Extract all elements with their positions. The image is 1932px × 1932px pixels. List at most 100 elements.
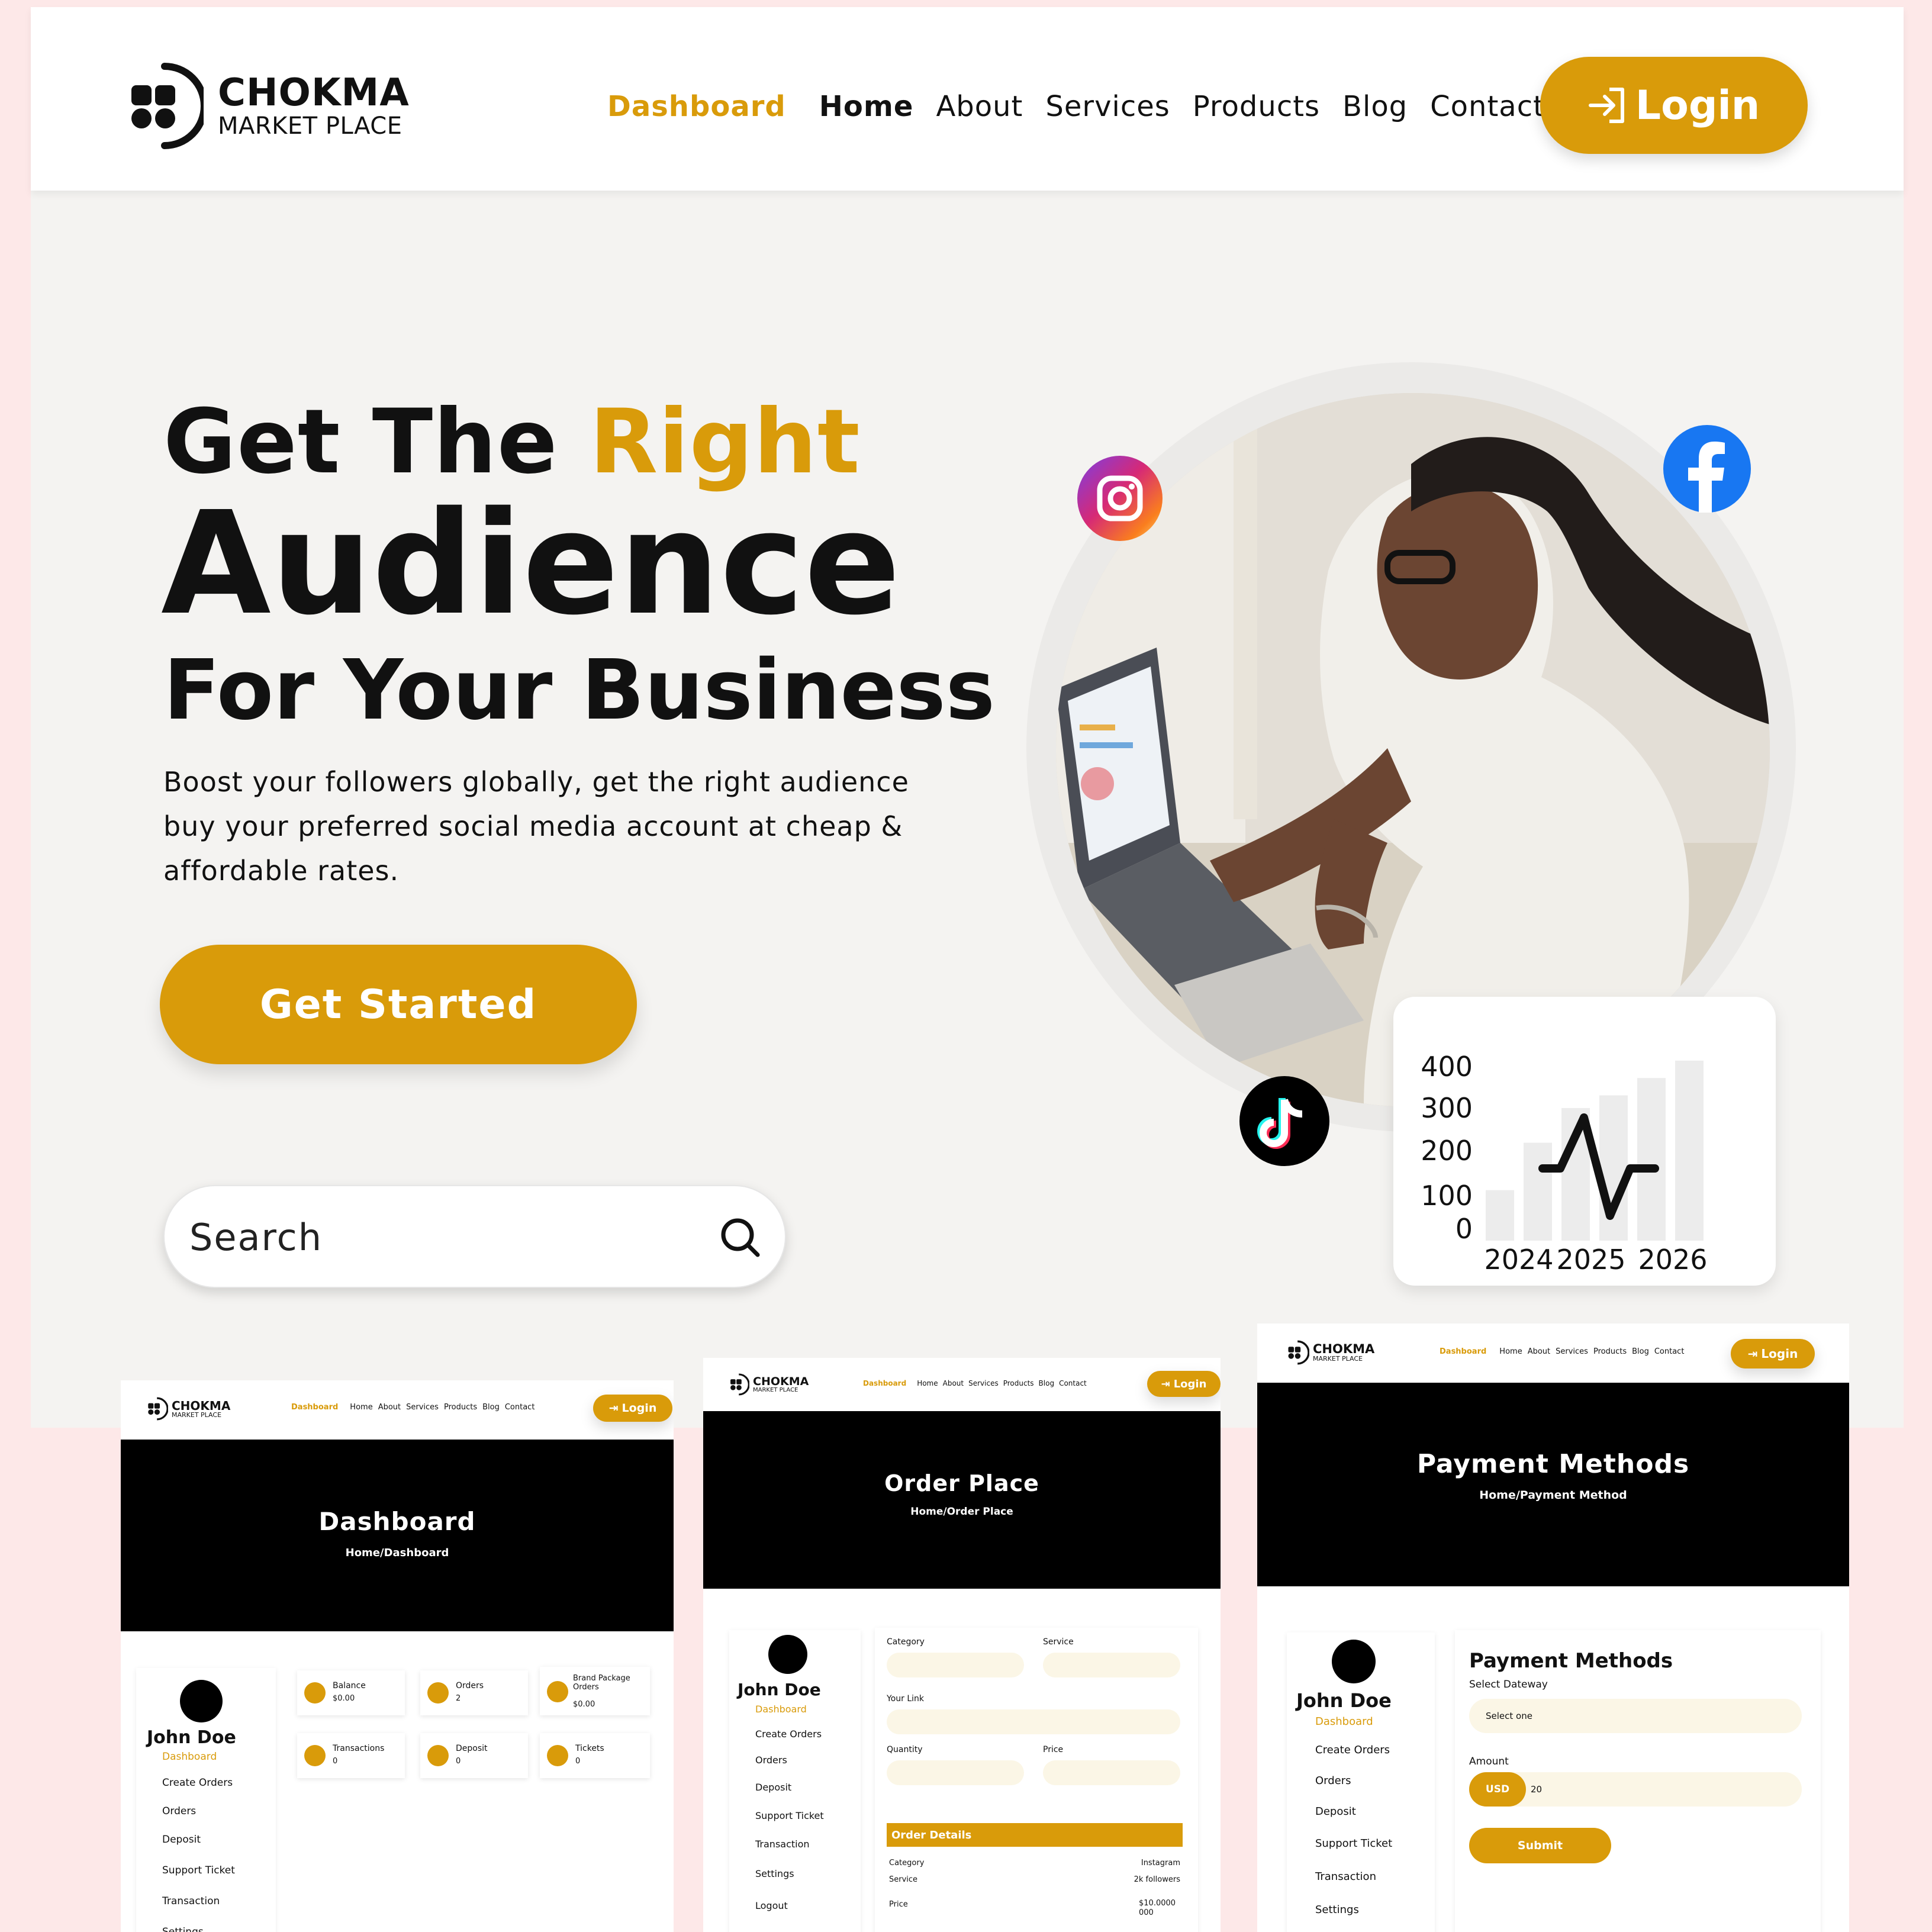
sidebar-item-create-orders[interactable]: Create Orders bbox=[162, 1777, 233, 1789]
x-tick-label: 2025 bbox=[1556, 1244, 1625, 1276]
nav-home[interactable]: Home bbox=[1499, 1347, 1522, 1356]
y-tick-label: 300 bbox=[1421, 1092, 1473, 1124]
nav-services[interactable]: Services bbox=[1045, 90, 1170, 123]
avatar[interactable] bbox=[180, 1680, 223, 1722]
preview-logo: CHOKMA MARKET PLACE bbox=[147, 1397, 230, 1421]
tiktok-icon[interactable] bbox=[1239, 1076, 1329, 1166]
preview-brand-tagline: MARKET PLACE bbox=[1313, 1355, 1363, 1363]
sidebar-item-transaction[interactable]: Transaction bbox=[755, 1838, 810, 1850]
sidebar-item-orders[interactable]: Orders bbox=[1315, 1775, 1351, 1787]
sidebar-item-settings[interactable]: Settings bbox=[755, 1868, 794, 1879]
sidebar-item-logout[interactable]: Logout bbox=[755, 1900, 788, 1911]
stat-value: 2 bbox=[456, 1694, 461, 1703]
nav-products[interactable]: Products bbox=[1593, 1347, 1627, 1356]
sidebar-item-create-orders[interactable]: Create Orders bbox=[755, 1728, 822, 1740]
preview-login-button[interactable]: ⇥ Login bbox=[1147, 1371, 1221, 1397]
deposit-icon bbox=[427, 1745, 449, 1766]
sidebar-item-orders[interactable]: Orders bbox=[755, 1754, 787, 1766]
nav-blog[interactable]: Blog bbox=[1632, 1347, 1649, 1356]
sidebar-item-deposit[interactable]: Deposit bbox=[1315, 1805, 1356, 1818]
hero-heading-line3: For Your Business bbox=[163, 642, 996, 739]
nav-about[interactable]: About bbox=[936, 90, 1023, 123]
category-label: Category bbox=[887, 1637, 925, 1647]
nav-blog[interactable]: Blog bbox=[1039, 1379, 1055, 1387]
nav-contact[interactable]: Contact bbox=[1654, 1347, 1685, 1356]
nav-about[interactable]: About bbox=[1528, 1347, 1550, 1356]
stat-card-tickets[interactable]: Tickets 0 bbox=[540, 1733, 650, 1778]
quantity-input[interactable] bbox=[887, 1760, 1024, 1785]
gateway-select[interactable]: Select one bbox=[1469, 1699, 1802, 1733]
nav-products[interactable]: Products bbox=[444, 1403, 477, 1412]
sidebar-item-settings[interactable]: Settings bbox=[1315, 1904, 1359, 1916]
search-input[interactable]: Search bbox=[189, 1216, 323, 1259]
preview-dashboard-navbar: CHOKMA MARKET PLACE Dashboard Home About… bbox=[121, 1380, 674, 1434]
preview-login-button[interactable]: ⇥ Login bbox=[593, 1395, 672, 1422]
sidebar-item-support-ticket[interactable]: Support Ticket bbox=[162, 1865, 235, 1876]
stat-value: $0.00 bbox=[573, 1700, 595, 1709]
nav-products[interactable]: Products bbox=[1003, 1379, 1034, 1387]
facebook-icon[interactable] bbox=[1663, 425, 1751, 513]
link-input[interactable] bbox=[887, 1709, 1180, 1734]
nav-services[interactable]: Services bbox=[406, 1403, 439, 1412]
ticket-icon bbox=[547, 1745, 568, 1766]
stat-card-transactions[interactable]: Transactions 0 bbox=[297, 1733, 405, 1778]
search-bar[interactable]: Search bbox=[163, 1185, 786, 1288]
nav-contact[interactable]: Contact bbox=[1059, 1379, 1087, 1387]
avatar[interactable] bbox=[1332, 1640, 1376, 1683]
submit-button[interactable]: Submit bbox=[1469, 1828, 1611, 1863]
hero-heading-part: Get The bbox=[163, 391, 590, 494]
stat-label: Balance bbox=[333, 1681, 366, 1690]
nav-about[interactable]: About bbox=[378, 1403, 401, 1412]
nav-home[interactable]: Home bbox=[819, 90, 914, 123]
category-select[interactable] bbox=[887, 1653, 1024, 1677]
nav-products[interactable]: Products bbox=[1193, 90, 1320, 123]
logo-mark-icon bbox=[730, 1373, 749, 1396]
stat-card-deposit[interactable]: Deposit 0 bbox=[420, 1733, 528, 1778]
nav-home[interactable]: Home bbox=[350, 1403, 372, 1412]
y-tick-label: 400 bbox=[1421, 1051, 1473, 1083]
sidebar-item-transaction[interactable]: Transaction bbox=[162, 1895, 220, 1907]
preview-nav-links: Dashboard Home About Services Products B… bbox=[863, 1379, 1087, 1387]
sidebar-item-deposit[interactable]: Deposit bbox=[162, 1834, 201, 1846]
sidebar-item-transaction[interactable]: Transaction bbox=[1315, 1870, 1376, 1883]
sidebar-item-dashboard[interactable]: Dashboard bbox=[162, 1751, 217, 1763]
preview-login-button[interactable]: ⇥ Login bbox=[1731, 1339, 1815, 1368]
detail-value: Instagram bbox=[1141, 1859, 1180, 1867]
instagram-icon[interactable] bbox=[1077, 456, 1163, 541]
sidebar-item-orders[interactable]: Orders bbox=[162, 1805, 196, 1817]
avatar[interactable] bbox=[768, 1635, 807, 1674]
sidebar-item-create-orders[interactable]: Create Orders bbox=[1315, 1744, 1390, 1756]
payment-heading: Payment Methods bbox=[1469, 1649, 1673, 1673]
stat-card-orders[interactable]: Orders 2 bbox=[420, 1670, 528, 1715]
sidebar-item-dashboard[interactable]: Dashboard bbox=[755, 1704, 807, 1715]
nav-blog[interactable]: Blog bbox=[482, 1403, 500, 1412]
user-name: John Doe bbox=[147, 1727, 236, 1748]
nav-services[interactable]: Services bbox=[1556, 1347, 1588, 1356]
get-started-button[interactable]: Get Started bbox=[160, 945, 637, 1064]
nav-blog[interactable]: Blog bbox=[1342, 90, 1408, 123]
nav-home[interactable]: Home bbox=[917, 1379, 938, 1387]
nav-about[interactable]: About bbox=[943, 1379, 964, 1387]
preview-sidebar: John Doe Dashboard Create Orders Orders … bbox=[1287, 1632, 1435, 1932]
nav-dashboard[interactable]: Dashboard bbox=[1440, 1347, 1486, 1356]
sidebar-item-dashboard[interactable]: Dashboard bbox=[1315, 1715, 1373, 1728]
login-arrow-icon: ⇥ bbox=[1747, 1347, 1758, 1361]
stat-card-balance[interactable]: Balance $0.00 bbox=[297, 1670, 405, 1715]
sidebar-item-deposit[interactable]: Deposit bbox=[755, 1782, 791, 1793]
nav-dashboard[interactable]: Dashboard bbox=[863, 1379, 906, 1387]
sidebar-item-settings[interactable]: Settings bbox=[162, 1926, 204, 1932]
search-icon[interactable] bbox=[720, 1217, 761, 1258]
brand-logo[interactable]: CHOKMA MARKET PLACE bbox=[129, 62, 410, 150]
nav-dashboard[interactable]: Dashboard bbox=[607, 90, 786, 123]
nav-contact[interactable]: Contact bbox=[1430, 90, 1545, 123]
service-select[interactable] bbox=[1043, 1653, 1180, 1677]
stat-card-brand-package[interactable]: Brand Package Orders $0.00 bbox=[540, 1667, 650, 1715]
nav-dashboard[interactable]: Dashboard bbox=[291, 1403, 338, 1412]
login-button[interactable]: Login bbox=[1540, 57, 1808, 154]
sidebar-item-support-ticket[interactable]: Support Ticket bbox=[1315, 1837, 1392, 1850]
currency-badge[interactable]: USD bbox=[1469, 1772, 1526, 1807]
nav-contact[interactable]: Contact bbox=[505, 1403, 535, 1412]
price-input[interactable] bbox=[1043, 1760, 1180, 1785]
nav-services[interactable]: Services bbox=[968, 1379, 999, 1387]
sidebar-item-support-ticket[interactable]: Support Ticket bbox=[755, 1810, 824, 1821]
